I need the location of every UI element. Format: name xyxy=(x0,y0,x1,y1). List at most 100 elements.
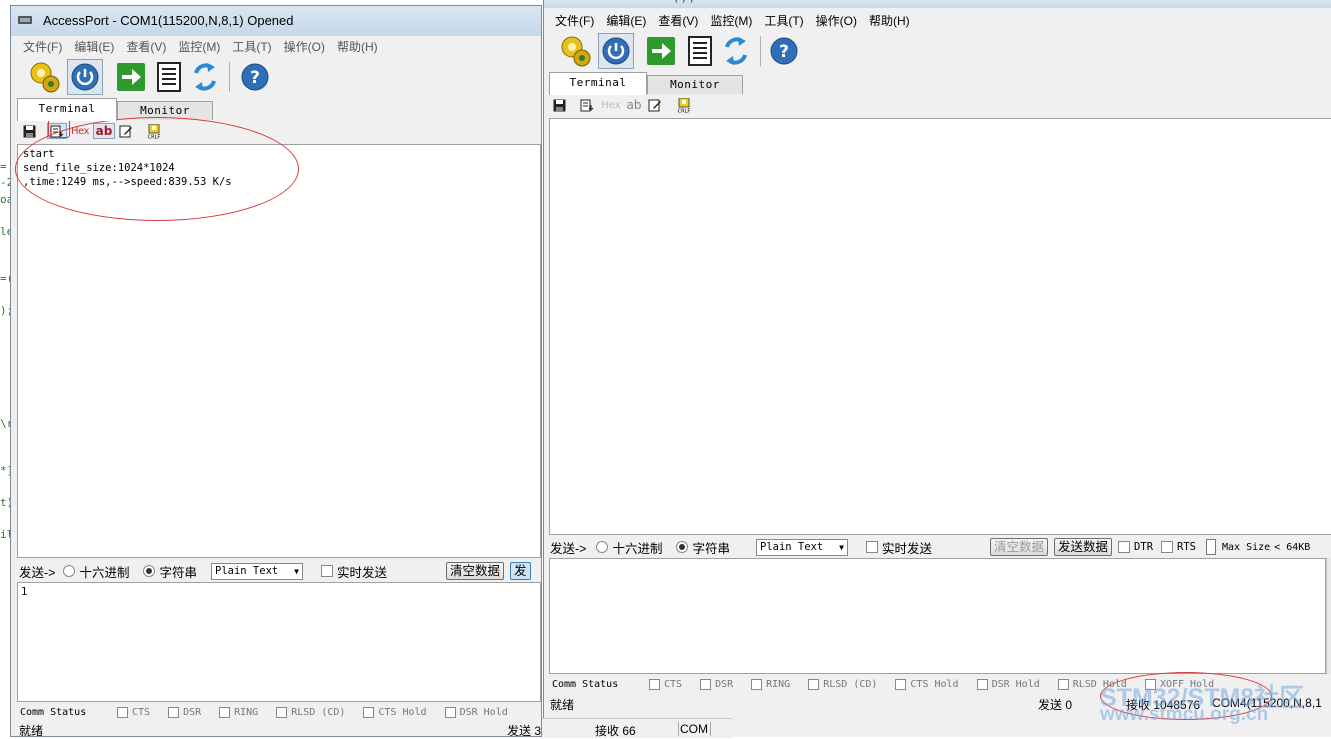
log-document-button[interactable] xyxy=(682,33,718,69)
help-button[interactable]: ? xyxy=(766,33,802,69)
format-select[interactable]: Plain Text ▼ xyxy=(211,562,303,580)
connect-power-button[interactable] xyxy=(67,59,103,95)
checkbox[interactable] xyxy=(866,541,878,553)
send-options-row: 发送-> 十六进制 字符串 Plain Text ▼ 实时发送 清空数据 发送数据… xyxy=(550,536,1331,558)
receive-area[interactable] xyxy=(549,118,1331,535)
gear-settings-icon xyxy=(561,36,591,67)
menu-edit[interactable]: 编辑(E) xyxy=(68,38,120,55)
indicator-box xyxy=(808,678,820,690)
realtime-send-label: 实时发送 xyxy=(882,541,933,556)
indicator-box xyxy=(976,678,988,690)
rts-label: RTS xyxy=(1177,541,1196,553)
crlf-button[interactable]: CRLF xyxy=(675,97,693,113)
svg-text:?: ? xyxy=(779,42,789,62)
send-file-button[interactable] xyxy=(113,59,149,95)
indicator-box xyxy=(276,706,288,718)
log-document-button[interactable] xyxy=(151,59,187,95)
edit-button[interactable] xyxy=(117,123,135,139)
menu-monitor[interactable]: 监控(M) xyxy=(704,12,758,29)
format-select[interactable]: Plain Text ▼ xyxy=(756,538,848,556)
menu-file[interactable]: 文件(F) xyxy=(549,12,600,29)
tab-monitor[interactable]: Monitor xyxy=(117,101,213,120)
settings-button[interactable] xyxy=(558,33,594,69)
indicator-box xyxy=(649,678,660,690)
edit-pencil-icon xyxy=(648,99,661,111)
document-icon xyxy=(688,36,712,66)
clear-screen-icon xyxy=(50,125,64,137)
indicator-box xyxy=(444,706,456,718)
clear-data-button[interactable]: 清空数据 xyxy=(990,538,1049,556)
radio-string[interactable]: 字符串 xyxy=(676,538,730,557)
rts-checkbox[interactable]: RTS xyxy=(1161,541,1196,553)
help-button[interactable]: ? xyxy=(237,59,273,95)
send-file-button[interactable] xyxy=(643,33,679,69)
save-button[interactable] xyxy=(21,123,37,139)
radio-button[interactable] xyxy=(63,565,76,577)
ascii-display-button[interactable]: ab xyxy=(93,123,115,139)
ab-text-icon: ab xyxy=(95,124,113,138)
dsr-hold-label: DSR Hold xyxy=(991,678,1040,690)
tab-terminal[interactable]: Terminal xyxy=(549,72,647,95)
checkbox[interactable] xyxy=(1118,541,1131,553)
menu-operate[interactable]: 操作(O) xyxy=(810,12,863,29)
send-data-button[interactable]: 发 xyxy=(510,562,531,580)
settings-button[interactable] xyxy=(27,59,63,95)
send-data-button[interactable]: 发送数据 xyxy=(1054,538,1113,556)
title-bar[interactable]: ( ) ) xyxy=(544,0,1331,8)
max-size-slider[interactable] xyxy=(1205,539,1216,555)
radio-hex[interactable]: 十六进制 xyxy=(596,538,662,557)
menu-tools[interactable]: 工具(T) xyxy=(226,38,277,55)
dtr-checkbox[interactable]: DTR xyxy=(1118,541,1153,553)
clear-data-button[interactable]: 清空数据 xyxy=(446,562,505,580)
refresh-button[interactable] xyxy=(718,33,754,69)
send-text-area[interactable] xyxy=(549,558,1326,674)
save-icon xyxy=(553,99,565,111)
receive-area[interactable]: start send_file_size:1024*1024 ,time:1249 … xyxy=(17,144,541,558)
auto-clear-button[interactable] xyxy=(47,123,67,139)
edit-button[interactable] xyxy=(646,97,664,113)
radio-button[interactable] xyxy=(596,541,609,553)
radio-hex-label: 十六进制 xyxy=(79,565,130,580)
dropdown-arrow-icon: ▼ xyxy=(294,566,299,576)
terminal-toolbar: Hex ab CRLF xyxy=(544,95,1330,115)
radio-hex[interactable]: 十六进制 xyxy=(63,562,129,581)
menu-tools[interactable]: 工具(T) xyxy=(758,12,809,29)
menu-view[interactable]: 查看(V) xyxy=(652,12,704,29)
checkbox[interactable] xyxy=(321,565,333,577)
toolbar: ? xyxy=(544,30,1330,72)
menu-file[interactable]: 文件(F) xyxy=(17,38,68,55)
ascii-display-button[interactable]: ab xyxy=(624,97,644,113)
title-bar[interactable]: AccessPort - COM1(115200,N,8,1) Opened xyxy=(11,6,541,36)
status-bar-extension xyxy=(495,718,543,737)
menu-operate[interactable]: 操作(O) xyxy=(278,38,331,55)
ring-label: RING xyxy=(766,678,791,690)
hex-display-button[interactable]: Hex xyxy=(69,123,91,139)
realtime-send-checkbox[interactable]: 实时发送 xyxy=(321,562,387,581)
connect-power-button[interactable] xyxy=(598,33,634,69)
menu-help[interactable]: 帮助(H) xyxy=(331,38,384,55)
hex-display-button[interactable]: Hex xyxy=(600,97,622,113)
svg-text:CRLF: CRLF xyxy=(678,108,691,113)
menu-help[interactable]: 帮助(H) xyxy=(863,12,916,29)
menu-edit[interactable]: 编辑(E) xyxy=(600,12,652,29)
send-text-area[interactable]: 1 xyxy=(17,582,541,702)
radio-button[interactable] xyxy=(143,565,156,577)
tab-strip: Terminal Monitor xyxy=(11,98,541,121)
radio-string[interactable]: 字符串 xyxy=(143,562,197,581)
ring-indicator: RING xyxy=(751,678,791,690)
crlf-button[interactable]: CRLF xyxy=(145,123,163,139)
auto-clear-button[interactable] xyxy=(578,97,596,113)
menu-monitor[interactable]: 监控(M) xyxy=(172,38,226,55)
hex-icon: Hex xyxy=(601,99,621,111)
scrollbar[interactable] xyxy=(1326,558,1331,674)
menu-view[interactable]: 查看(V) xyxy=(120,38,172,55)
radio-button[interactable] xyxy=(676,541,689,553)
help-icon: ? xyxy=(241,63,269,91)
checkbox[interactable] xyxy=(1161,541,1174,553)
tab-monitor[interactable]: Monitor xyxy=(647,75,743,94)
status-received-count: 接收 66 xyxy=(595,724,636,738)
save-button[interactable] xyxy=(551,97,567,113)
realtime-send-checkbox[interactable]: 实时发送 xyxy=(866,538,932,557)
refresh-button[interactable] xyxy=(187,59,223,95)
tab-terminal[interactable]: Terminal xyxy=(17,98,117,121)
